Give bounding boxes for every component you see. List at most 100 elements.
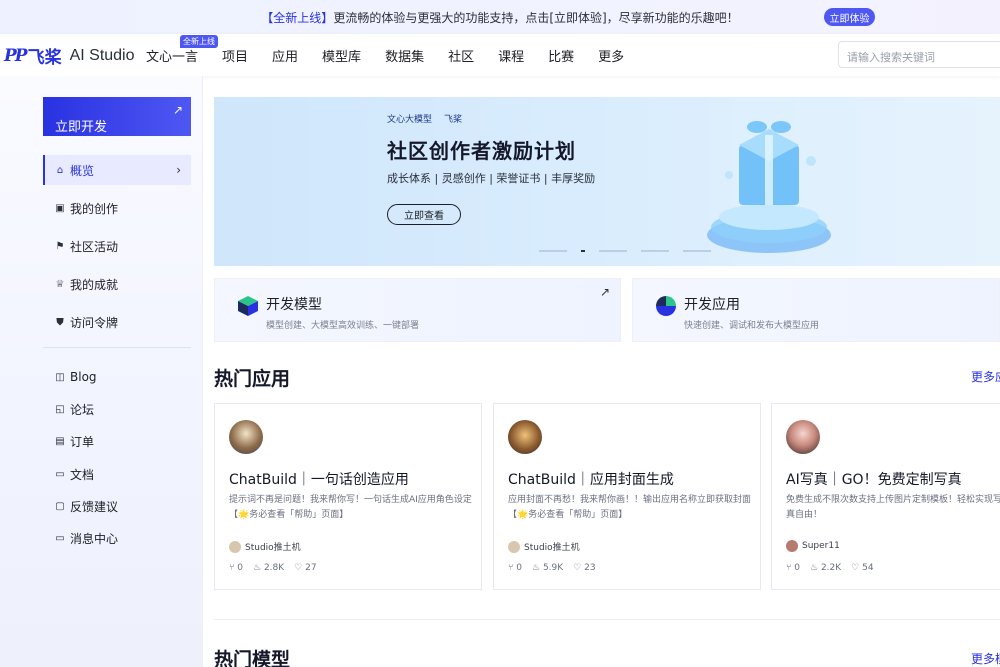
announcement-bar: 【全新上线】 更流畅的体验与更强大的功能支持，点击[立即体验]，尽享新功能的乐趣… (0, 0, 1000, 34)
sidebar-item-label: 社区活动 (70, 239, 119, 254)
app-stats: ⑂ 0 ♨ 2.8K ♡ 27 (229, 563, 317, 573)
app-card[interactable]: ChatBuild｜应用封面生成 应用封面不再愁！我来帮你画！！输出应用名称立即… (493, 403, 761, 590)
author-name: Super11 (802, 541, 840, 551)
nav-item-community[interactable]: 社区 (448, 46, 474, 65)
author-avatar (229, 540, 241, 553)
hot-count: 5.9K (542, 563, 564, 573)
app-avatar (786, 420, 820, 454)
app-avatar (508, 420, 542, 454)
arrow-up-right-icon: ↗ (599, 285, 610, 299)
nav-item-wenxin[interactable]: 文心一言 全新上线 (146, 34, 218, 65)
more-apps-link[interactable]: 更多应用 (971, 368, 1000, 385)
banner-subtitle: 成长体系 | 灵感创作 | 荣誉证书 | 丰厚奖励 (387, 172, 596, 185)
app-avatar (229, 420, 263, 454)
nav-item-competitions[interactable]: 比赛 (548, 46, 574, 65)
announcement-highlight: 【全新上线】 (261, 10, 334, 25)
nav-item-projects[interactable]: 项目 (222, 46, 248, 65)
feature-title: 开发模型 (266, 297, 322, 313)
sidebar-link-label: 订单 (70, 434, 95, 449)
chevron-right-icon: › (176, 163, 181, 177)
sidebar-link-blog[interactable]: ◫ Blog (43, 362, 191, 392)
app-card[interactable]: AI写真｜GO！免费定制写真 免费生成不限次数支持上传图片定制模板！轻松实现写真… (771, 403, 1000, 590)
app-title: ChatBuild｜一句话创造应用 (229, 472, 409, 488)
like-count: 54 (862, 563, 874, 573)
heart-icon: ♡ (294, 563, 306, 573)
develop-model-card[interactable]: 开发模型 模型创建、大模型高效训练、一键部署 ↗ (214, 278, 621, 342)
sidebar-link-label: 反馈建议 (70, 499, 119, 514)
sidebar-item-access-token[interactable]: ⛊ 访问令牌 (43, 307, 191, 337)
receipt-icon: ▤ (55, 435, 65, 447)
folder-icon: ▭ (55, 468, 65, 480)
app-stats: ⑂ 0 ♨ 2.2K ♡ 54 (786, 563, 874, 573)
banner-view-button[interactable]: 立即查看 (387, 204, 461, 225)
feature-desc: 模型创建、大模型高效训练、一键部署 (266, 321, 420, 331)
app-title: ChatBuild｜应用封面生成 (508, 472, 674, 488)
hot-stat: ♨ 2.2K (810, 563, 841, 573)
fork-count: 0 (237, 563, 243, 573)
develop-now-label: 立即开发 (55, 120, 108, 135)
sidebar-link-docs[interactable]: ▭ 文档 (43, 459, 191, 489)
carousel-dot[interactable] (539, 250, 567, 252)
hot-count: 2.8K (263, 563, 285, 573)
logo-feijiang: 飞桨 (27, 48, 62, 68)
announcement-text: 更流畅的体验与更强大的功能支持，点击[立即体验]，尽享新功能的乐趣吧！ (333, 10, 739, 25)
gift-box-illustration (707, 121, 831, 253)
app-title: AI写真｜GO！免费定制写真 (786, 472, 962, 488)
try-now-button[interactable]: 立即体验 (824, 8, 875, 26)
nav-item-datasets[interactable]: 数据集 (385, 46, 424, 65)
fork-count: 0 (516, 563, 522, 573)
nav-item-models[interactable]: 模型库 (322, 46, 361, 65)
logo[interactable]: PP 飞桨 AI Studio (4, 43, 135, 69)
nav-item-courses[interactable]: 课程 (498, 46, 524, 65)
feedback-icon: ▢ (55, 500, 65, 512)
author-name: Studio推土机 (245, 543, 301, 553)
app-description: 提示词不再是问题！我来帮你写！一句话生成AI应用角色设定【🌟务必查看「帮助」页面… (229, 495, 472, 520)
search-input[interactable]: 请输入搜索关键词 (838, 41, 1000, 68)
home-icon: ⌂ (56, 164, 64, 176)
sidebar-link-label: 文档 (70, 467, 95, 482)
app-author[interactable]: Studio推土机 (508, 540, 580, 553)
book-icon: ◫ (55, 371, 65, 383)
sidebar-item-label: 我的成就 (70, 277, 119, 292)
carousel-dot[interactable] (599, 250, 627, 252)
box-icon: ▣ (55, 202, 65, 214)
app-author[interactable]: Super11 (786, 540, 840, 552)
hot-models-title: 热门模型 (214, 649, 291, 667)
sidebar-item-my-creations[interactable]: ▣ 我的创作 (43, 193, 191, 223)
app-card[interactable]: ChatBuild｜一句话创造应用 提示词不再是问题！我来帮你写！一句话生成AI… (214, 403, 482, 590)
section-divider (214, 619, 1000, 620)
brand-feijiang: 飞桨 (444, 115, 463, 125)
carousel-dot[interactable] (683, 250, 711, 252)
develop-now-button[interactable]: 立即开发 ↗ (43, 97, 191, 136)
carousel-dot-active[interactable] (581, 250, 585, 252)
carousel-indicators (539, 250, 711, 252)
nav-item-more[interactable]: 更多 (598, 46, 624, 65)
more-models-link[interactable]: 更多模型 (971, 650, 1000, 667)
fork-stat: ⑂ 0 (229, 563, 243, 573)
app-description: 免费生成不限次数支持上传图片定制模板！轻松实现写真自由！ (786, 495, 1000, 520)
like-stat[interactable]: ♡ 54 (851, 563, 873, 573)
sidebar-link-feedback[interactable]: ▢ 反馈建议 (43, 491, 191, 521)
sidebar-link-forum[interactable]: ◱ 论坛 (43, 394, 191, 424)
fork-stat: ⑂ 0 (786, 563, 800, 573)
sidebar-item-community-events[interactable]: ⚑ 社区活动 (43, 231, 191, 261)
nav-item-apps[interactable]: 应用 (272, 46, 298, 65)
sidebar-link-label: Blog (70, 370, 97, 384)
logo-pp: PP (4, 45, 28, 66)
sidebar-link-orders[interactable]: ▤ 订单 (43, 426, 191, 456)
sidebar-item-overview[interactable]: ⌂ 概览 › (43, 155, 191, 185)
like-count: 27 (305, 563, 317, 573)
sidebar-item-label: 我的创作 (70, 201, 119, 216)
app-author[interactable]: Studio推土机 (229, 540, 301, 553)
sidebar-item-achievements[interactable]: ♕ 我的成就 (43, 269, 191, 299)
hot-count: 2.2K (820, 563, 842, 573)
carousel-dot[interactable] (641, 250, 669, 252)
hero-banner[interactable]: 文心大模型 飞桨 社区创作者激励计划 成长体系 | 灵感创作 | 荣誉证书 | … (214, 97, 1000, 266)
like-stat[interactable]: ♡ 23 (573, 563, 595, 573)
logo-studio: AI Studio (69, 46, 135, 64)
like-stat[interactable]: ♡ 27 (294, 563, 316, 573)
sidebar-link-messages[interactable]: ▭ 消息中心 (43, 523, 191, 553)
banner-brands: 文心大模型 飞桨 (387, 112, 462, 125)
develop-app-card[interactable]: 开发应用 快速创建、调试和发布大模型应用 (632, 278, 1000, 342)
hot-stat: ♨ 2.8K (253, 563, 284, 573)
